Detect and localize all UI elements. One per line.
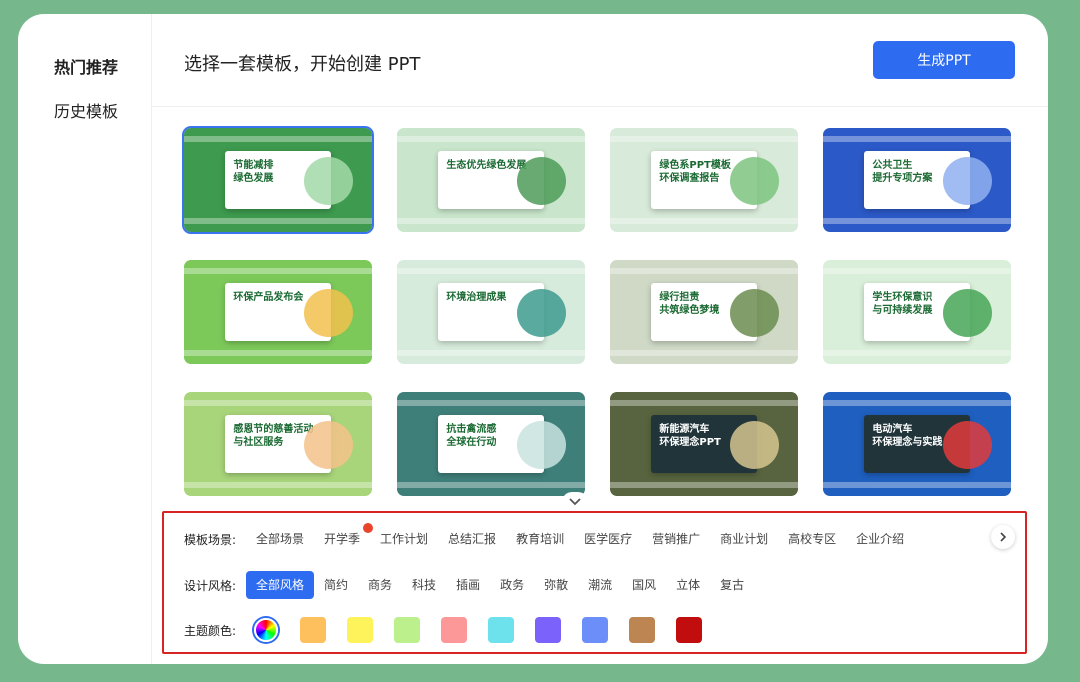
thumbnail-decoration — [184, 482, 372, 488]
scene-option[interactable]: 企业介绍 — [846, 525, 914, 553]
color-swatch-all[interactable] — [254, 618, 278, 642]
style-option[interactable]: 政务 — [490, 571, 534, 599]
scene-filter-label: 模板场景: — [184, 532, 237, 547]
thumbnail-decoration — [610, 136, 798, 142]
scene-option[interactable]: 工作计划 — [370, 525, 438, 553]
thumbnail-image — [730, 421, 780, 469]
color-swatch[interactable] — [629, 617, 655, 643]
thumbnail-decoration — [397, 400, 585, 406]
scene-option[interactable]: 全部场景 — [246, 525, 314, 553]
color-swatch[interactable] — [488, 617, 514, 643]
thumbnail-decoration — [610, 482, 798, 488]
thumbnail-image — [517, 157, 567, 205]
scene-option[interactable]: 总结汇报 — [438, 525, 506, 553]
sidebar: 热门推荐 历史模板 — [18, 14, 152, 664]
thumbnail-decoration — [823, 218, 1011, 224]
thumbnail-decoration — [397, 482, 585, 488]
template-card[interactable]: 电动汽车 环保理念与实践 — [823, 392, 1011, 496]
main-area: 选择一套模板，开始创建 PPT 生成PPT 节能减排 绿色发展 生态优先绿色发展绿… — [152, 14, 1048, 664]
style-option[interactable]: 潮流 — [578, 571, 622, 599]
chevron-right-icon — [1000, 532, 1007, 542]
thumbnail-image — [304, 289, 354, 337]
header: 选择一套模板，开始创建 PPT 生成PPT — [152, 14, 1048, 107]
template-card[interactable]: 绿行担责 共筑绿色梦境 — [610, 260, 798, 364]
style-option[interactable]: 科技 — [402, 571, 446, 599]
template-card[interactable]: 感恩节的慈善活动 与社区服务 — [184, 392, 372, 496]
color-swatch[interactable] — [347, 617, 373, 643]
style-option[interactable]: 弥散 — [534, 571, 578, 599]
thumbnail-image — [517, 421, 567, 469]
style-filter-label: 设计风格: — [184, 578, 237, 593]
page-title: 选择一套模板，开始创建 PPT — [184, 54, 421, 75]
template-card[interactable]: 生态优先绿色发展 — [397, 128, 585, 232]
thumbnail-image — [304, 421, 354, 469]
thumbnail-decoration — [397, 350, 585, 356]
style-option[interactable]: 复古 — [710, 571, 754, 599]
style-option[interactable]: 全部风格 — [246, 571, 315, 599]
color-swatch[interactable] — [582, 617, 608, 643]
expand-toggle[interactable] — [562, 492, 588, 512]
color-swatch[interactable] — [300, 617, 326, 643]
thumbnail-decoration — [610, 268, 798, 274]
style-option[interactable]: 商务 — [358, 571, 402, 599]
filter-panel: 模板场景: 全部场景 开学季 工作计划 总结汇报 教育培训 医学医疗 营销推广 商业计划 高校专… — [162, 511, 1027, 654]
color-filter-row: 主题颜色: — [184, 617, 723, 643]
template-card[interactable]: 抗击禽流感 全球在行动 — [397, 392, 585, 496]
color-swatch[interactable] — [394, 617, 420, 643]
color-swatch[interactable] — [441, 617, 467, 643]
template-card[interactable]: 绿色系PPT模板 环保调查报告 — [610, 128, 798, 232]
style-option[interactable]: 国风 — [622, 571, 666, 599]
sidebar-item-history[interactable]: 历史模板 — [54, 98, 118, 122]
thumbnail-decoration — [823, 400, 1011, 406]
scene-option[interactable]: 教育培训 — [506, 525, 574, 553]
generate-ppt-button[interactable]: 生成PPT — [873, 41, 1015, 79]
template-dialog: 热门推荐 历史模板 选择一套模板，开始创建 PPT 生成PPT 节能减排 绿色发… — [18, 14, 1048, 664]
scene-next-button[interactable] — [991, 525, 1015, 549]
style-option[interactable]: 简约 — [314, 571, 358, 599]
thumbnail-decoration — [397, 268, 585, 274]
thumbnail-image — [943, 157, 993, 205]
thumbnail-decoration — [184, 268, 372, 274]
thumbnail-image — [517, 289, 567, 337]
thumbnail-decoration — [610, 400, 798, 406]
scene-filter-row: 模板场景: 全部场景 开学季 工作计划 总结汇报 教育培训 医学医疗 营销推广 商业计划 高校专… — [184, 523, 914, 553]
color-swatch[interactable] — [676, 617, 702, 643]
thumbnail-image — [943, 421, 993, 469]
template-card[interactable]: 公共卫生 提升专项方案 — [823, 128, 1011, 232]
thumbnail-decoration — [823, 268, 1011, 274]
thumbnail-decoration — [610, 350, 798, 356]
sidebar-item-hot[interactable]: 热门推荐 — [54, 54, 118, 78]
thumbnail-image — [304, 157, 354, 205]
template-card[interactable]: 环境治理成果 — [397, 260, 585, 364]
thumbnail-decoration — [184, 350, 372, 356]
scene-option[interactable]: 高校专区 — [778, 525, 846, 553]
template-card[interactable]: 节能减排 绿色发展 — [182, 126, 374, 234]
scene-option[interactable]: 营销推广 — [642, 525, 710, 553]
color-filter-label: 主题颜色: — [184, 623, 237, 638]
chevron-down-icon — [569, 498, 581, 506]
scene-option[interactable]: 医学医疗 — [574, 525, 642, 553]
template-card[interactable]: 学生环保意识 与可持续发展 — [823, 260, 1011, 364]
color-swatch[interactable] — [535, 617, 561, 643]
thumbnail-decoration — [397, 218, 585, 224]
thumbnail-decoration — [823, 136, 1011, 142]
thumbnail-decoration — [823, 350, 1011, 356]
thumbnail-image — [730, 289, 780, 337]
thumbnail-image — [730, 157, 780, 205]
style-option[interactable]: 立体 — [666, 571, 710, 599]
scene-option[interactable]: 开学季 — [314, 523, 374, 553]
template-card[interactable]: 环保产品发布会 — [184, 260, 372, 364]
thumbnail-decoration — [184, 136, 372, 142]
thumbnail-decoration — [184, 218, 372, 224]
thumbnail-decoration — [823, 482, 1011, 488]
template-card[interactable]: 新能源汽车 环保理念PPT — [610, 392, 798, 496]
thumbnail-decoration — [610, 218, 798, 224]
thumbnail-decoration — [184, 400, 372, 406]
style-filter-row: 设计风格: 全部风格 简约 商务 科技 插画 政务 弥散 潮流 国风 立体 复古 — [184, 571, 754, 599]
style-option[interactable]: 插画 — [446, 571, 490, 599]
thumbnail-decoration — [397, 136, 585, 142]
thumbnail-image — [943, 289, 993, 337]
scene-option[interactable]: 商业计划 — [710, 525, 778, 553]
